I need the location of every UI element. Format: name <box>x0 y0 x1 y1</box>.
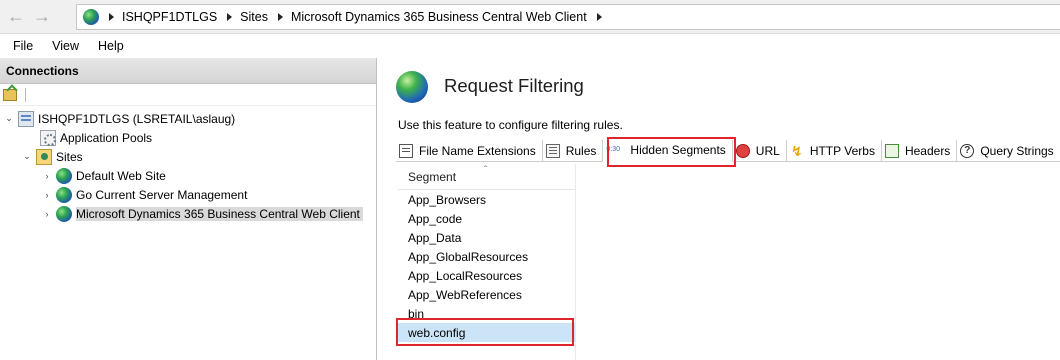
breadcrumb-separator-icon <box>109 13 114 21</box>
breadcrumb[interactable]: ISHQPF1DTLGS Sites Microsoft Dynamics 36… <box>76 4 1060 30</box>
breadcrumb-sites[interactable]: Sites <box>240 10 268 24</box>
tree-item-application-pools[interactable]: Application Pools <box>26 128 152 147</box>
tab-query-strings[interactable]: ? Query Strings <box>957 139 1060 162</box>
tree-item-sites[interactable]: ⌄ Sites <box>22 147 83 166</box>
list-item[interactable]: App_GlobalResources <box>398 247 575 266</box>
sites-folder-icon <box>36 148 52 165</box>
tab-url[interactable]: URL <box>733 139 787 162</box>
segment-column-header[interactable]: ˆ Segment <box>398 164 575 190</box>
tree-item-label: Application Pools <box>60 130 153 145</box>
breadcrumb-site[interactable]: Microsoft Dynamics 365 Business Central … <box>291 10 587 24</box>
tree-item-label: Go Current Server Management <box>76 187 248 202</box>
app-pools-icon <box>40 129 56 146</box>
tab-http-verbs[interactable]: ↯ HTTP Verbs <box>787 139 882 162</box>
tree-item-server[interactable]: ⌄ ISHQPF1DTLGS (LSRETAIL\aslaug) <box>4 109 235 128</box>
back-arrow-icon[interactable]: ← <box>4 5 28 29</box>
globe-icon <box>56 205 72 222</box>
request-filtering-globe-icon <box>396 71 428 103</box>
feature-content: Request Filtering Use this feature to co… <box>384 58 1060 360</box>
hidden-segments-icon: 0:30 <box>606 146 621 153</box>
segments-list: ˆ Segment App_Browsers App_code App_Data… <box>398 164 576 360</box>
lightning-icon: ↯ <box>790 142 803 159</box>
page-title: Request Filtering <box>444 75 584 96</box>
expand-chevron-icon[interactable]: › <box>42 190 52 200</box>
rules-icon <box>545 143 560 158</box>
file-extension-icon <box>399 143 413 158</box>
tab-label: Rules <box>565 143 597 158</box>
tree-item-label: ISHQPF1DTLGS (LSRETAIL\aslaug) <box>38 111 236 126</box>
breadcrumb-server[interactable]: ISHQPF1DTLGS <box>122 10 217 24</box>
address-bar: ← → ISHQPF1DTLGS Sites Microsoft Dynamic… <box>0 0 1060 34</box>
menu-file[interactable]: File <box>13 39 33 53</box>
tab-headers[interactable]: Headers <box>882 139 958 162</box>
breadcrumb-separator-icon <box>227 13 233 21</box>
tab-strip: File Name Extensions Rules 0:30 Hidden S… <box>396 139 1060 162</box>
collapse-chevron-icon[interactable]: ⌄ <box>4 113 14 124</box>
list-item[interactable]: App_Data <box>398 228 575 247</box>
connections-pane: Connections ⌄ ISHQPF1DTLGS (LSRETAIL\asl… <box>0 58 377 360</box>
connect-icon[interactable] <box>3 88 17 101</box>
tree-item-label: Microsoft Dynamics 365 Business Central … <box>76 206 363 221</box>
question-icon: ? <box>960 143 975 158</box>
server-icon <box>18 110 34 127</box>
list-item[interactable]: App_Browsers <box>398 190 575 209</box>
tab-label: HTTP Verbs <box>809 143 875 158</box>
sort-ascending-icon: ˆ <box>484 165 488 176</box>
tree-item-label: Sites <box>56 149 83 164</box>
globe-icon <box>83 9 99 25</box>
tree-item-business-central[interactable]: › Microsoft Dynamics 365 Business Centra… <box>42 204 363 223</box>
expand-chevron-icon[interactable]: › <box>42 209 52 219</box>
list-item-selected[interactable]: web.config <box>398 323 575 342</box>
connections-title: Connections <box>0 58 376 84</box>
tree-item-label: Default Web Site <box>76 168 166 183</box>
breadcrumb-dropdown-icon[interactable] <box>596 13 602 21</box>
column-header-label: Segment <box>408 169 457 184</box>
globe-icon <box>56 186 72 203</box>
list-item[interactable]: App_WebReferences <box>398 285 575 304</box>
connections-toolbar <box>0 84 376 106</box>
breadcrumb-separator-icon <box>277 13 283 21</box>
tab-label: File Name Extensions <box>419 143 536 158</box>
feature-description: Use this feature to configure filtering … <box>398 118 623 132</box>
toolbar-divider <box>25 87 26 102</box>
list-item[interactable]: bin <box>398 304 575 323</box>
tree-item-go-current[interactable]: › Go Current Server Management <box>42 185 247 204</box>
list-item[interactable]: App_LocalResources <box>398 266 575 285</box>
tab-file-name-extensions[interactable]: File Name Extensions <box>396 139 543 162</box>
forward-arrow-icon[interactable]: → <box>30 5 54 29</box>
collapse-chevron-icon[interactable]: ⌄ <box>22 151 32 162</box>
menu-bar: File View Help <box>0 35 1060 57</box>
tab-hidden-segments[interactable]: 0:30 Hidden Segments <box>603 139 733 162</box>
tab-rules[interactable]: Rules <box>543 139 604 162</box>
globe-icon <box>56 167 72 184</box>
headers-icon <box>884 143 899 158</box>
tab-label: Query Strings <box>980 143 1054 158</box>
tab-label: Headers <box>904 143 951 158</box>
menu-view[interactable]: View <box>52 39 79 53</box>
expand-chevron-icon[interactable]: › <box>42 171 52 181</box>
list-item[interactable]: App_code <box>398 209 575 228</box>
tab-label: URL <box>755 143 780 158</box>
tree-item-default-web-site[interactable]: › Default Web Site <box>42 166 166 185</box>
menu-help[interactable]: Help <box>98 39 124 53</box>
url-block-icon <box>735 143 750 158</box>
tab-label: Hidden Segments <box>630 143 726 157</box>
